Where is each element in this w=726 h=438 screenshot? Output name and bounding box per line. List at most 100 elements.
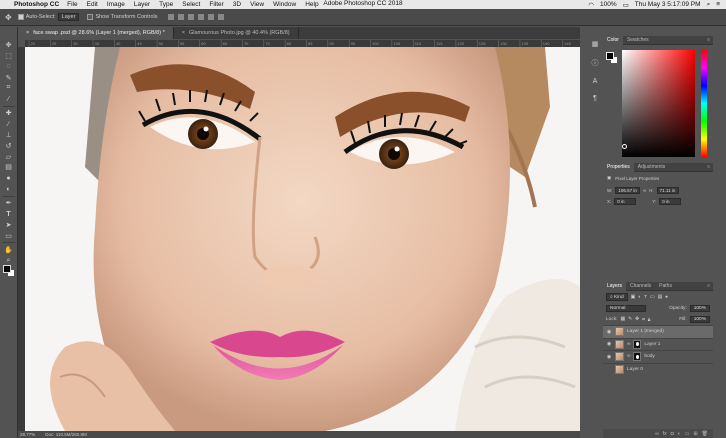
tab-glamourous-photo[interactable]: × Glamourous Photo.jpg @ 40.4% (RGB/8) xyxy=(174,27,299,39)
rectangle-icon[interactable]: ▭ xyxy=(4,232,13,240)
tab-swatches[interactable]: Swatches xyxy=(623,37,653,43)
menu-select[interactable]: Select xyxy=(182,1,200,8)
align-top-icon[interactable] xyxy=(167,14,174,20)
eyedropper-icon[interactable]: ⁄ xyxy=(4,95,13,103)
menu-view[interactable]: View xyxy=(250,1,264,8)
menu-window[interactable]: Window xyxy=(273,1,296,8)
hand-icon[interactable]: ✋ xyxy=(4,246,13,254)
menu-3d[interactable]: 3D xyxy=(233,1,241,8)
width-field[interactable]: 106.67 in xyxy=(615,187,640,194)
healing-brush-icon[interactable]: ✚ xyxy=(4,109,13,117)
history-panel-icon[interactable]: ▦ xyxy=(592,40,599,48)
lasso-icon[interactable]: ◌ xyxy=(4,63,13,71)
tab-channels[interactable]: Channels xyxy=(626,283,655,289)
opacity-field[interactable]: 100% xyxy=(689,305,710,312)
layer-name[interactable]: body xyxy=(644,354,654,359)
marquee-icon[interactable]: ⬚ xyxy=(4,52,13,60)
lock-position-icon[interactable]: ✥ xyxy=(635,317,639,322)
filter-pixel-icon[interactable]: ▣ xyxy=(631,295,636,300)
lock-image-icon[interactable]: ✎ xyxy=(628,317,632,322)
visibility-eye-icon[interactable]: ◉ xyxy=(606,366,612,372)
new-group-icon[interactable]: ▭ xyxy=(685,431,690,437)
lock-transparent-icon[interactable]: ▦ xyxy=(620,317,625,322)
gradient-icon[interactable]: ▤ xyxy=(4,163,13,171)
layer-row-layer-1-merged[interactable]: ◉ Layer 1 (merged) xyxy=(603,325,713,338)
color-panel-foreground-swatch[interactable] xyxy=(606,52,614,60)
color-field[interactable] xyxy=(622,50,695,157)
quick-select-icon[interactable]: ✎ xyxy=(4,73,13,82)
align-vcenter-icon[interactable] xyxy=(177,14,184,20)
auto-select-checkbox[interactable] xyxy=(17,14,24,20)
color-picker-cursor[interactable] xyxy=(622,144,627,149)
link-layers-icon[interactable]: ∞ xyxy=(655,431,659,437)
dodge-icon[interactable]: ◐ xyxy=(4,185,13,193)
brush-icon[interactable]: ∕ xyxy=(4,120,13,128)
battery-label[interactable]: 100% xyxy=(600,1,617,8)
panel-menu-icon[interactable]: ≡ xyxy=(707,283,710,289)
panel-menu-icon[interactable]: ≡ xyxy=(707,37,710,43)
layer-name[interactable]: Layer 0 xyxy=(627,367,643,372)
eraser-icon[interactable]: ▱ xyxy=(4,152,13,161)
tab-color[interactable]: Color xyxy=(603,35,623,45)
layer-mask-thumbnail[interactable] xyxy=(633,339,642,349)
close-icon[interactable]: × xyxy=(182,30,185,36)
layer-row-layer-0[interactable]: ◉ Layer 0 xyxy=(603,362,713,376)
panel-menu-icon[interactable]: ≡ xyxy=(707,164,710,170)
blur-icon[interactable]: ● xyxy=(4,174,13,182)
filter-shape-icon[interactable]: ▭ xyxy=(650,295,655,300)
layer-filter-dropdown[interactable]: ⌕ Kind xyxy=(606,293,628,301)
move-tool-preset-icon[interactable]: ✥ xyxy=(5,13,12,22)
chain-link-icon[interactable]: ∞ xyxy=(627,354,630,359)
path-select-icon[interactable]: ➤ xyxy=(4,221,13,229)
vertical-ruler[interactable] xyxy=(18,47,25,431)
zoom-level[interactable]: 28.77% xyxy=(20,432,35,437)
history-brush-icon[interactable]: ↺ xyxy=(4,142,13,150)
menu-list-icon[interactable]: ≡ xyxy=(716,1,720,8)
y-field[interactable]: 0 in xyxy=(659,198,682,205)
menu-filter[interactable]: Filter xyxy=(209,1,223,8)
zoom-icon[interactable]: ⌕ xyxy=(4,257,13,265)
x-field[interactable]: 0 in xyxy=(614,198,637,205)
visibility-eye-icon[interactable]: ◉ xyxy=(606,341,612,347)
close-icon[interactable]: × xyxy=(26,30,29,36)
layer-row-layer-1[interactable]: ◉ ∞ Layer 1 xyxy=(603,337,713,351)
filter-toggle-icon[interactable]: ● xyxy=(665,295,668,300)
trash-icon[interactable]: 🗑︎ xyxy=(702,431,708,437)
filter-adjustment-icon[interactable]: ◐ xyxy=(638,295,641,300)
tab-properties[interactable]: Properties xyxy=(603,162,634,172)
add-mask-icon[interactable]: ◘ xyxy=(671,431,674,437)
align-right-icon[interactable] xyxy=(217,14,224,20)
fill-field[interactable]: 100% xyxy=(689,316,710,323)
layer-style-icon[interactable]: fx xyxy=(663,431,667,437)
paragraph-panel-icon[interactable]: ¶ xyxy=(593,95,597,102)
document-canvas[interactable] xyxy=(25,47,580,431)
auto-select-dropdown[interactable]: Layer xyxy=(57,13,80,21)
menu-type[interactable]: Type xyxy=(159,1,173,8)
filter-smart-object-icon[interactable]: ▤ xyxy=(658,295,663,300)
tab-face-swap[interactable]: × face swap .psd @ 28.6% (Layer 1 (merge… xyxy=(18,27,174,39)
wifi-icon[interactable]: ◠ xyxy=(588,1,594,9)
chain-link-icon[interactable]: ∞ xyxy=(627,342,630,347)
tab-layers[interactable]: Layers xyxy=(603,281,627,291)
blend-mode-dropdown[interactable]: Normal xyxy=(606,305,646,312)
menu-help[interactable]: Help xyxy=(305,1,318,8)
clone-stamp-icon[interactable]: ⊥ xyxy=(4,131,13,139)
foreground-color-swatch[interactable] xyxy=(3,265,11,273)
tab-paths[interactable]: Paths xyxy=(655,283,676,289)
info-panel-icon[interactable]: ⓘ xyxy=(592,58,599,68)
menu-edit[interactable]: Edit xyxy=(87,1,98,8)
lock-artboard-icon[interactable]: ⌗ xyxy=(642,317,645,323)
type-icon[interactable]: T xyxy=(4,210,13,218)
character-panel-icon[interactable]: A xyxy=(593,78,598,85)
align-hcenter-icon[interactable] xyxy=(207,14,214,20)
clock[interactable]: Thu May 3 5:17:09 PM xyxy=(635,1,701,8)
pen-icon[interactable]: ✒ xyxy=(4,199,13,207)
transform-controls-checkbox[interactable] xyxy=(87,14,94,20)
horizontal-ruler[interactable]: 20 25 30 35 40 45 50 55 60 65 70 75 80 85 90 95 100 105 11… xyxy=(25,40,580,47)
search-icon[interactable]: ⌕ xyxy=(707,1,711,9)
filter-type-icon[interactable]: T xyxy=(644,295,647,300)
menu-image[interactable]: Image xyxy=(107,1,125,8)
align-left-icon[interactable] xyxy=(197,14,204,20)
height-field[interactable]: 71.11 in xyxy=(656,187,679,194)
tab-adjustments[interactable]: Adjustments xyxy=(634,164,670,170)
